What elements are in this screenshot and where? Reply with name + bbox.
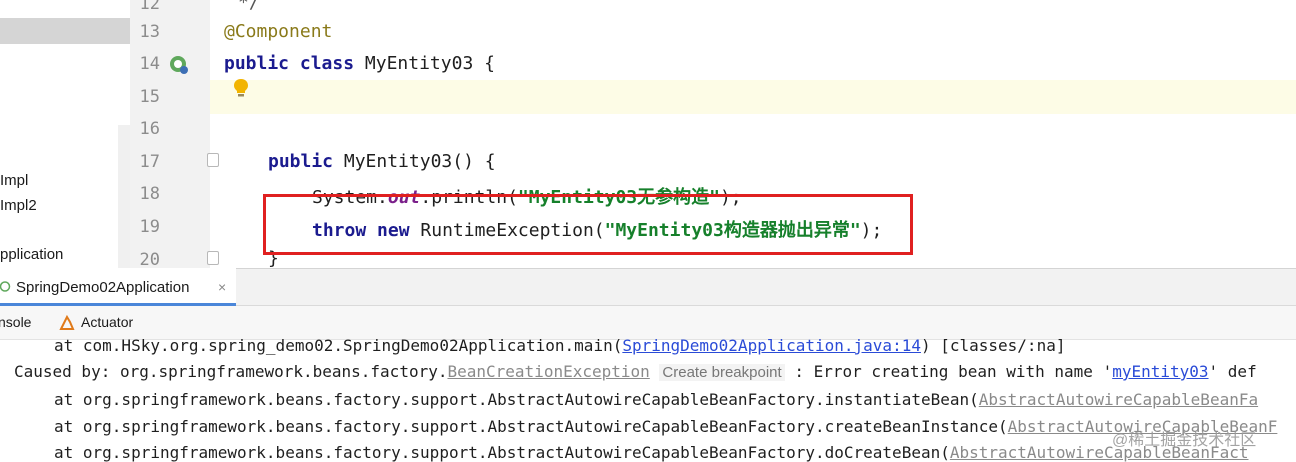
create-breakpoint-hint[interactable]: Create breakpoint <box>659 364 785 381</box>
code-line-14: public class MyEntity03 { <box>224 53 495 74</box>
keyword-token: class <box>299 53 355 74</box>
line-number: 12 <box>139 0 160 14</box>
caret-line-highlight <box>210 80 1296 114</box>
spring-bean-icon[interactable] <box>168 54 190 76</box>
exception-link[interactable]: BeanCreationException <box>447 362 649 381</box>
console-text: ) [classes/:na] <box>920 336 1066 355</box>
bean-name-link[interactable]: myEntity03 <box>1112 362 1208 381</box>
code-line-13: @Component <box>224 21 332 42</box>
spring-run-icon <box>0 281 11 292</box>
watermark: @稀土掘金技术社区 <box>1112 432 1257 449</box>
lightbulb-icon[interactable] <box>232 78 250 98</box>
run-subtabs <box>0 306 1296 340</box>
console-text: : Error creating bean with name ' <box>794 362 1113 381</box>
line-number: 18 <box>139 184 160 204</box>
source-link[interactable]: AbstractAutowireCapableBeanFa <box>979 390 1258 409</box>
keyword-token: public <box>224 53 290 74</box>
line-number: 16 <box>139 119 160 139</box>
project-item-impl2[interactable]: Impl2 <box>0 197 37 214</box>
highlight-box <box>263 194 913 255</box>
line-number: 15 <box>139 87 160 107</box>
project-item-impl[interactable]: Impl <box>0 172 28 189</box>
tab-console[interactable]: nsole <box>0 314 31 330</box>
fold-marker[interactable] <box>207 153 219 167</box>
console-line: at com.HSky.org.spring_demo02.SpringDemo… <box>54 336 1065 355</box>
line-number: 14 <box>139 54 160 74</box>
code-line-17: public MyEntity03() { <box>268 151 496 172</box>
project-item-application[interactable]: pplication <box>0 246 63 263</box>
code-token: MyEntity03() { <box>343 151 496 172</box>
line-number: 17 <box>139 152 160 172</box>
line-number: 20 <box>139 250 160 270</box>
keyword-token: public <box>268 151 334 172</box>
console-text: Caused by: org.springframework.beans.fac… <box>14 362 448 381</box>
console-text: at com.HSky.org.spring_demo02.SpringDemo… <box>54 336 623 355</box>
console-text: ' def <box>1208 362 1257 381</box>
source-link[interactable]: SpringDemo02Application.java:14 <box>622 336 921 355</box>
project-selected-row[interactable] <box>0 18 130 44</box>
console-line: Caused by: org.springframework.beans.fac… <box>14 362 1257 381</box>
actuator-icon <box>59 314 75 330</box>
line-number: 19 <box>139 217 160 237</box>
line-number: 13 <box>139 22 160 42</box>
console-line: at org.springframework.beans.factory.sup… <box>54 390 1258 409</box>
console-text: at org.springframework.beans.factory.sup… <box>54 417 1008 436</box>
project-scrollbar[interactable] <box>118 125 130 268</box>
close-icon[interactable]: × <box>218 279 226 295</box>
annotation-token: @Component <box>224 21 333 42</box>
console-line: at org.springframework.beans.factory.sup… <box>54 417 1277 436</box>
tab-actuator[interactable]: Actuator <box>81 314 133 330</box>
console-text: at org.springframework.beans.factory.sup… <box>54 390 979 409</box>
code-token: MyEntity03 { <box>364 53 495 74</box>
fold-marker[interactable] <box>207 251 219 265</box>
code-line-12: */ <box>238 0 260 13</box>
run-tab-label[interactable]: SpringDemo02Application <box>16 279 189 296</box>
